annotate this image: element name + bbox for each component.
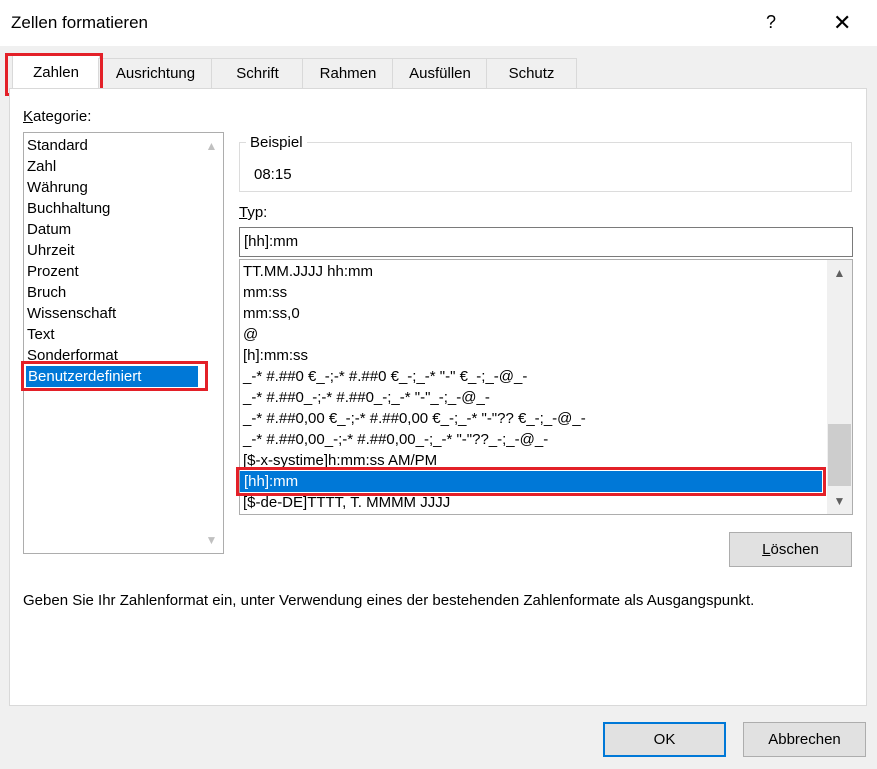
tab-ausfuellen[interactable]: Ausfüllen: [392, 58, 488, 89]
tab-schrift[interactable]: Schrift: [211, 58, 304, 89]
cancel-button[interactable]: Abbrechen: [743, 722, 866, 757]
scrollbar-thumb[interactable]: [828, 424, 851, 486]
list-item[interactable]: Währung: [27, 177, 88, 198]
hint-text: Geben Sie Ihr Zahlenformat ein, unter Ve…: [23, 592, 755, 609]
typ-input[interactable]: [hh]:mm: [239, 227, 853, 257]
loeschen-button[interactable]: Löschen: [729, 532, 852, 567]
help-icon[interactable]: ?: [766, 12, 776, 33]
tab-ausrichtung[interactable]: Ausrichtung: [98, 58, 213, 89]
list-item[interactable]: @: [243, 324, 258, 345]
tab-zahlen[interactable]: Zahlen: [12, 55, 100, 90]
list-item[interactable]: _-* #.##0,00_-;-* #.##0,00_-;_-* "-"??_-…: [243, 429, 548, 450]
list-item-selected[interactable]: [hh]:mm: [240, 471, 822, 492]
kategorie-list[interactable]: Standard Zahl Währung Buchhaltung Datum …: [23, 132, 224, 554]
tab-schutz[interactable]: Schutz: [486, 58, 577, 89]
list-item[interactable]: Buchhaltung: [27, 198, 110, 219]
list-item[interactable]: TT.MM.JJJJ hh:mm: [243, 261, 373, 282]
chevron-down-icon[interactable]: ▼: [827, 494, 852, 508]
chevron-down-icon[interactable]: ▼: [200, 533, 223, 547]
list-item[interactable]: Wissenschaft: [27, 303, 116, 324]
kategorie-label: Kategorie:: [23, 108, 92, 125]
list-item[interactable]: _-* #.##0_-;-* #.##0_-;_-* "-"_-;_-@_-: [243, 387, 490, 408]
chevron-up-icon[interactable]: ▲: [827, 266, 852, 280]
close-icon[interactable]: ✕: [833, 10, 851, 36]
list-item[interactable]: Zahl: [27, 156, 56, 177]
list-item-selected[interactable]: Benutzerdefiniert: [26, 366, 198, 387]
list-item[interactable]: Uhrzeit: [27, 240, 75, 261]
tab-rahmen[interactable]: Rahmen: [302, 58, 394, 89]
kategorie-scrollbar[interactable]: ▲ ▼: [200, 133, 223, 553]
list-item[interactable]: [h]:mm:ss: [243, 345, 308, 366]
beispiel-value: 08:15: [254, 166, 292, 183]
list-item[interactable]: Bruch: [27, 282, 66, 303]
typ-input-value: [hh]:mm: [244, 233, 299, 250]
title-bar: Zellen formatieren ? ✕: [0, 0, 877, 46]
list-item[interactable]: mm:ss,0: [243, 303, 300, 324]
beispiel-group: [239, 142, 852, 192]
list-item[interactable]: Datum: [27, 219, 71, 240]
list-item[interactable]: Standard: [27, 135, 88, 156]
typ-list[interactable]: TT.MM.JJJJ hh:mm mm:ss mm:ss,0 @ [h]:mm:…: [239, 259, 853, 515]
dialog-title: Zellen formatieren: [11, 13, 149, 32]
list-item[interactable]: _-* #.##0,00 €_-;-* #.##0,00 €_-;_-* "-"…: [243, 408, 586, 429]
list-item[interactable]: _-* #.##0 €_-;-* #.##0 €_-;_-* "-" €_-;_…: [243, 366, 527, 387]
typ-scrollbar[interactable]: ▲ ▼: [827, 260, 852, 514]
list-item[interactable]: Text: [27, 324, 55, 345]
typ-label: Typ:: [239, 204, 268, 221]
list-item[interactable]: Prozent: [27, 261, 79, 282]
list-item[interactable]: Sonderformat: [27, 345, 118, 366]
list-item[interactable]: [$-de-DE]TTTT, T. MMMM JJJJ: [243, 492, 450, 513]
chevron-up-icon[interactable]: ▲: [200, 139, 223, 153]
ok-button[interactable]: OK: [603, 722, 726, 757]
beispiel-label: Beispiel: [246, 134, 307, 151]
list-item[interactable]: mm:ss: [243, 282, 287, 303]
list-item[interactable]: [$-x-systime]h:mm:ss AM/PM: [243, 450, 437, 471]
